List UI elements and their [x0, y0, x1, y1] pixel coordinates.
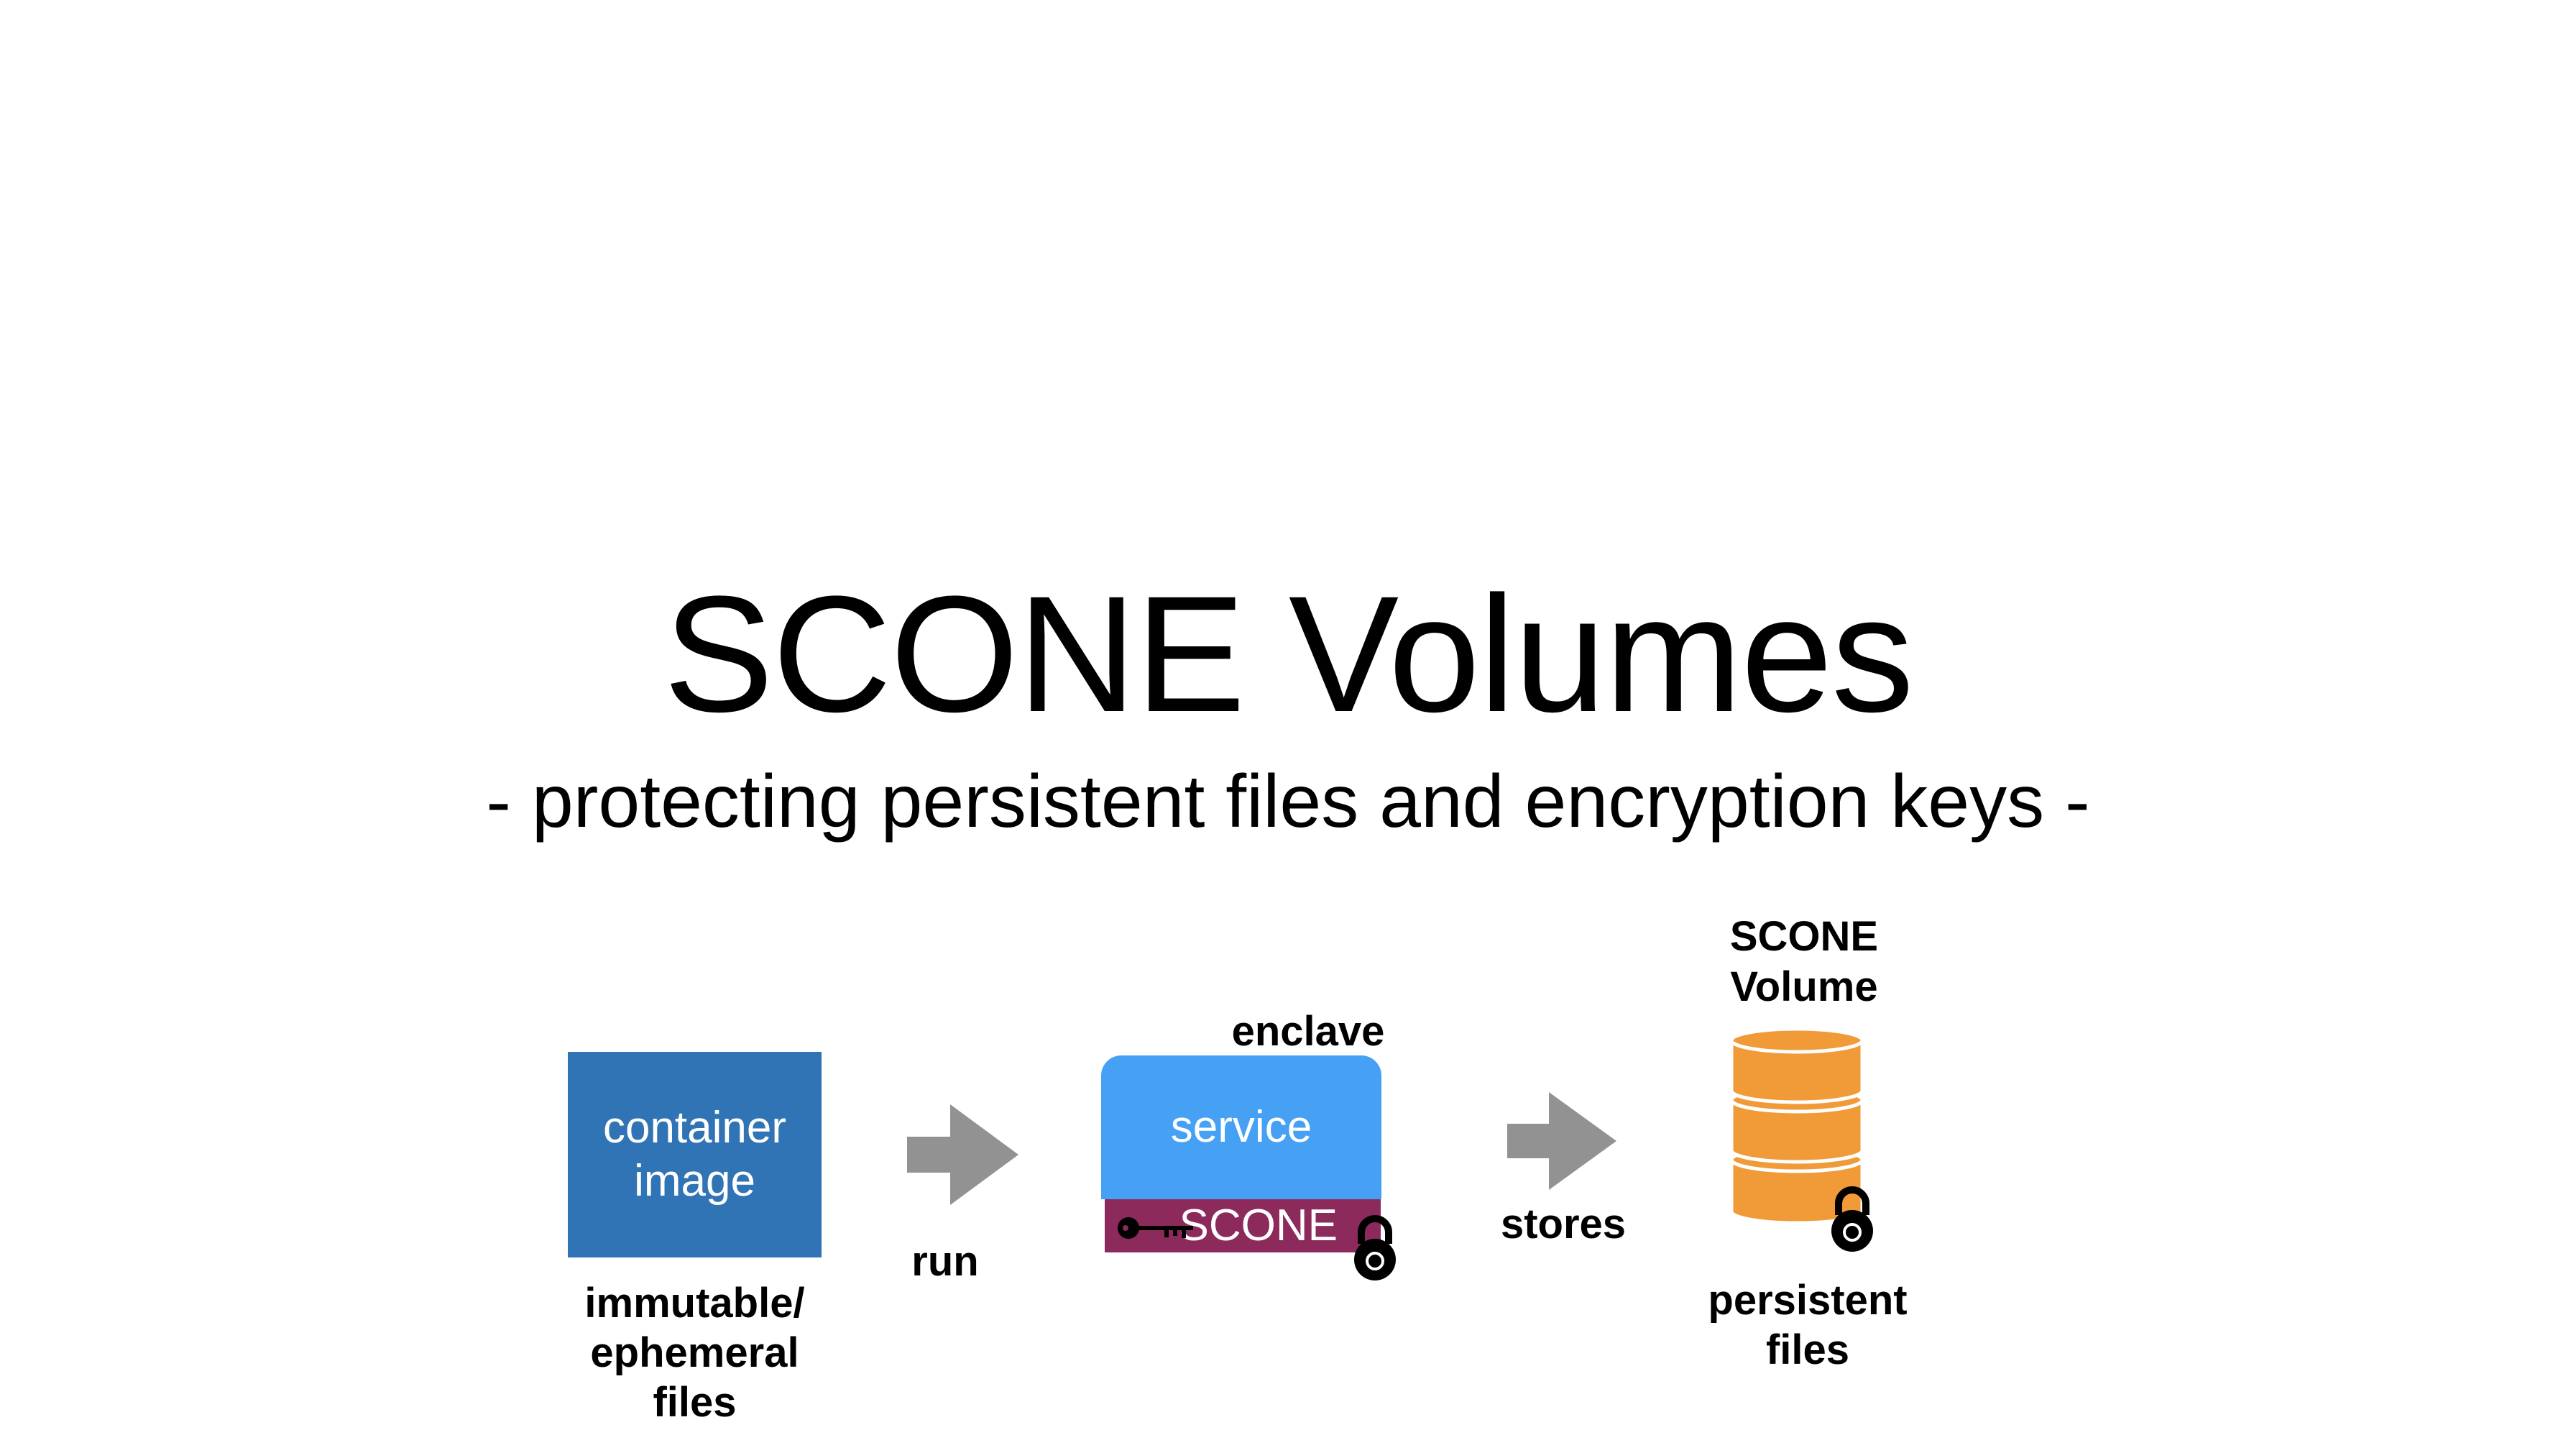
- caption-line: files: [653, 1379, 737, 1426]
- caption-line: persistent: [1708, 1277, 1908, 1324]
- caption-line: ephemeral: [590, 1329, 799, 1376]
- arrow-right-icon: [1507, 1092, 1616, 1190]
- service-box: service: [1101, 1055, 1381, 1199]
- arrow-right-icon: [907, 1104, 1018, 1205]
- padlock-icon: [1354, 1215, 1396, 1280]
- run-label: run: [911, 1238, 979, 1285]
- container-image-line1: container: [602, 1103, 787, 1153]
- volume-title-line: SCONE: [1729, 913, 1879, 960]
- volume-caption: persistent files: [1675, 1275, 1941, 1375]
- page-subtitle: - protecting persistent files and encryp…: [486, 760, 2090, 843]
- caption-line: immutable/: [584, 1280, 805, 1326]
- enclave-label: enclave: [1231, 1008, 1385, 1055]
- caption-line: files: [1765, 1326, 1850, 1373]
- container-image-caption: immutable/ ephemeral files: [532, 1278, 857, 1427]
- volume-title-line: Volume: [1730, 963, 1878, 1010]
- container-image-box: container image: [568, 1052, 822, 1257]
- stores-label: stores: [1500, 1201, 1627, 1247]
- page-title: SCONE Volumes: [663, 562, 1914, 746]
- padlock-icon: [1831, 1186, 1873, 1252]
- service-label: service: [1170, 1102, 1312, 1152]
- volume-title: SCONE Volume: [1682, 912, 1926, 1012]
- container-image-line2: image: [634, 1156, 755, 1206]
- scone-bar-label: SCONE: [1179, 1201, 1338, 1250]
- key-icon: [1118, 1217, 1193, 1239]
